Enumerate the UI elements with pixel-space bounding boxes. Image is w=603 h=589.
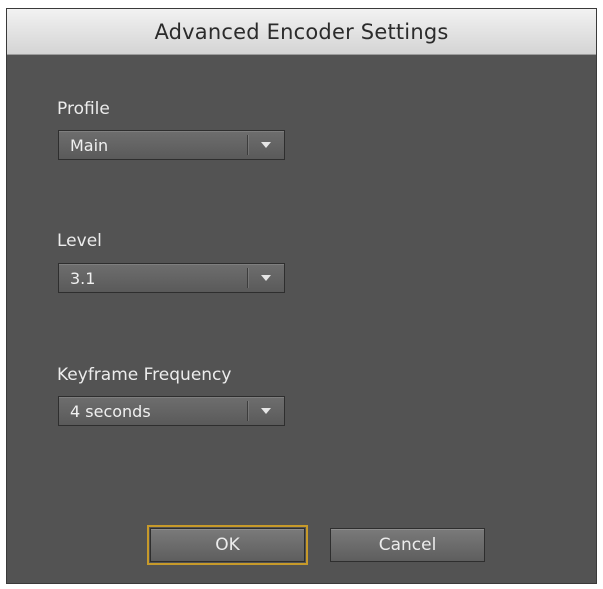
ok-button[interactable]: OK [147,525,308,565]
advanced-encoder-settings-dialog: Advanced Encoder Settings Profile Main L… [6,8,597,584]
dropdown-arrow-icon [248,141,284,149]
level-label: Level [57,231,102,251]
dialog-title: Advanced Encoder Settings [154,19,449,44]
cancel-button[interactable]: Cancel [330,528,485,562]
profile-select[interactable]: Main [58,130,285,160]
level-select-value: 3.1 [70,268,96,288]
profile-select-value: Main [70,135,109,155]
dropdown-arrow-icon [248,274,284,282]
keyframe-frequency-select[interactable]: 4 seconds [58,396,285,426]
level-select[interactable]: 3.1 [58,263,285,293]
keyframe-frequency-select-value: 4 seconds [70,401,151,421]
profile-label: Profile [57,99,110,119]
dropdown-arrow-icon [248,407,284,415]
dialog-title-bar[interactable]: Advanced Encoder Settings [7,9,596,55]
keyframe-frequency-label: Keyframe Frequency [57,365,232,385]
